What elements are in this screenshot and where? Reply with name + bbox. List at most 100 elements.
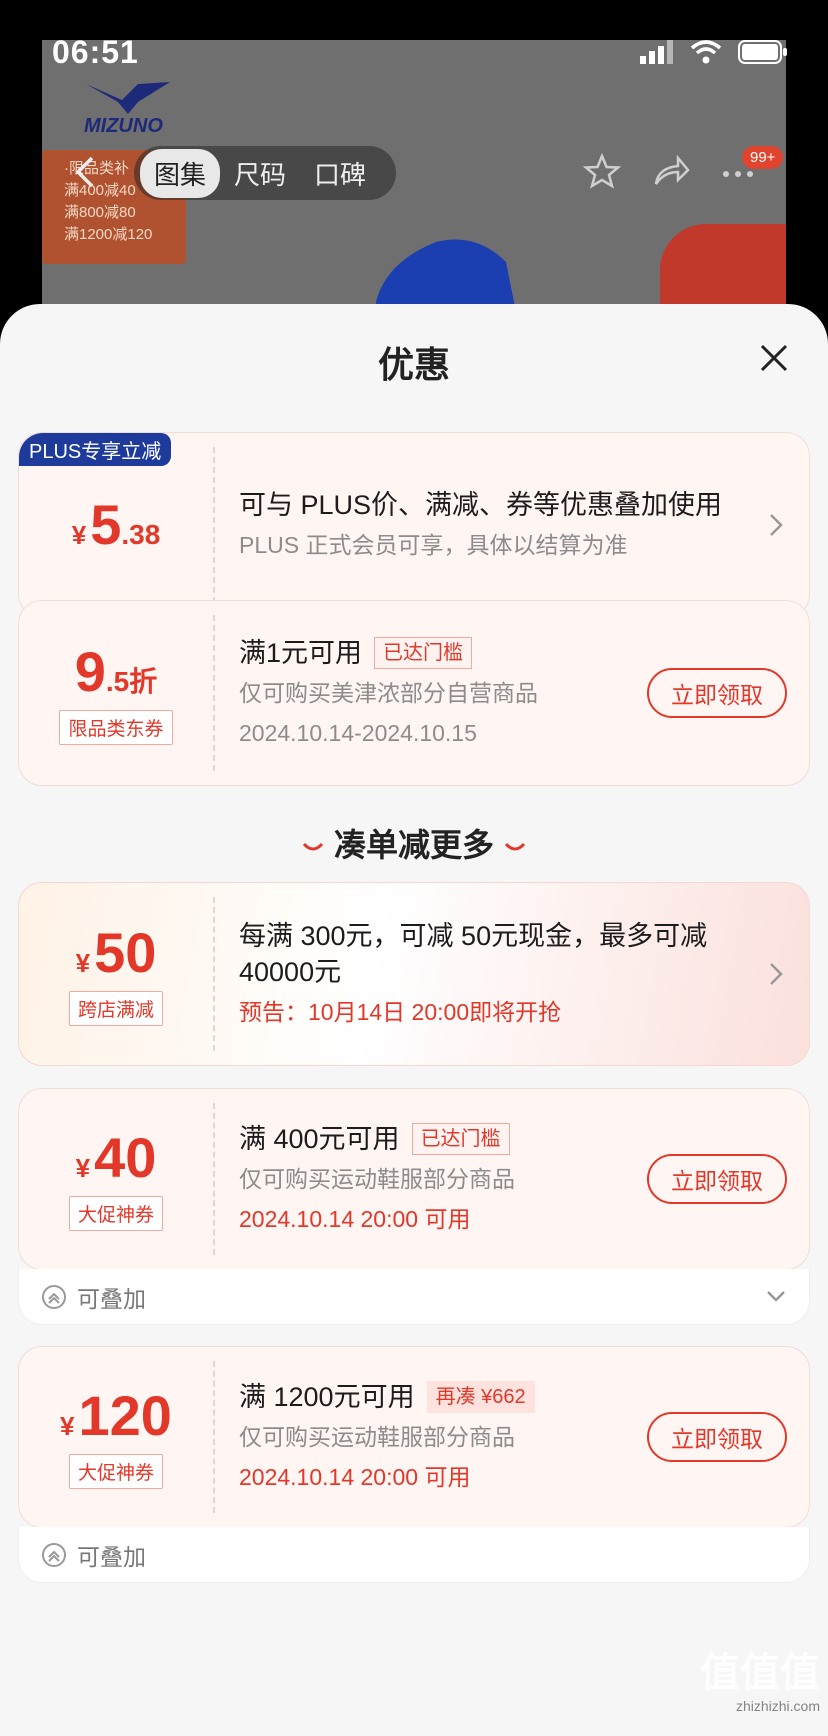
back-arrow-icon[interactable] bbox=[70, 154, 100, 190]
amount-integer: 5 bbox=[90, 493, 122, 556]
claim-button[interactable]: 立即领取 bbox=[647, 1412, 787, 1462]
tab-size[interactable]: 尺码 bbox=[220, 149, 300, 198]
mega-coupon-card: ¥ 40 大促神券 满 400元可用 已达门槛 仅可购买运动鞋服部分商品 202… bbox=[18, 1088, 810, 1270]
currency-symbol: ¥ bbox=[75, 1152, 91, 1183]
offer-date: 2024.10.14 20:00 可用 bbox=[239, 1206, 471, 1232]
shoe-image bbox=[376, 239, 516, 312]
tab-gallery[interactable]: 图集 bbox=[140, 148, 221, 198]
offer-amount-block: 9 .5折 限品类东券 bbox=[19, 601, 213, 785]
coupon-type-tag: 跨店满减 bbox=[68, 990, 163, 1026]
watermark: 值值值 zhizhizhi.com bbox=[668, 1640, 828, 1736]
stackable-label: 可叠加 bbox=[77, 1543, 146, 1570]
offer-date: 2024.10.14 20:00 可用 bbox=[239, 1464, 471, 1490]
promo-line: 满1200减120 bbox=[64, 226, 153, 243]
section-header-text: 凑单减更多 bbox=[333, 827, 494, 863]
offer-subtitle: 仅可购买运动鞋服部分商品 bbox=[239, 1424, 515, 1450]
offer-title: 满 400元可用 已达门槛 bbox=[239, 1121, 689, 1157]
offer-title: 每满 300元，可减 50元现金，最多可减 40000元 bbox=[239, 921, 708, 987]
svg-text:MIZUNO: MIZUNO bbox=[84, 115, 163, 136]
star-icon[interactable] bbox=[580, 150, 624, 194]
amount-integer: 50 bbox=[94, 920, 157, 984]
claim-button[interactable]: 立即领取 bbox=[647, 668, 787, 718]
watermark-url: zhizhizhi.com bbox=[735, 1698, 820, 1714]
offer-amount: ¥ 5 .38 bbox=[72, 495, 161, 555]
amount-integer: 9 bbox=[74, 639, 106, 703]
sheet-title: 优惠 bbox=[377, 344, 450, 385]
card-divider bbox=[213, 897, 215, 1051]
status-chip: 已达门槛 bbox=[374, 637, 473, 669]
claim-button[interactable]: 立即领取 bbox=[647, 1154, 787, 1204]
offer-details: 可与 PLUS价、满减、券等优惠叠加使用 PLUS 正式会员可享，具体以结算为准 bbox=[239, 433, 749, 617]
gallery-tabs: 图集 尺码 口碑 bbox=[134, 146, 396, 200]
offer-note: 预告：10月14日 20:00即将开抢 bbox=[239, 999, 562, 1025]
offer-amount-block: ¥ 5 .38 bbox=[19, 433, 213, 617]
offer-amount-block: ¥ 50 跨店满减 bbox=[19, 883, 213, 1065]
smile-icon bbox=[302, 842, 324, 851]
offer-date: 2024.10.14-2024.10.15 bbox=[239, 720, 477, 746]
chevron-down-icon[interactable] bbox=[765, 1287, 787, 1305]
offer-title: 满 1200元可用 再凑 ¥662 bbox=[239, 1379, 689, 1415]
amount-decimal: .5折 bbox=[105, 665, 158, 697]
offer-title: 满1元可用 已达门槛 bbox=[239, 635, 689, 671]
share-icon[interactable] bbox=[648, 150, 692, 194]
offers-sheet: 优惠 PLUS专享立减 ¥ 5 .38 可与 PLUS价、满减、券等优惠叠加使用… bbox=[0, 304, 828, 1736]
offer-subtitle: PLUS 正式会员可享，具体以结算为准 bbox=[239, 532, 628, 558]
offer-title-text: 满 400元可用 bbox=[239, 1124, 400, 1154]
status-time: 06:51 bbox=[52, 34, 139, 70]
mega-coupon-card: ¥ 120 大促神券 满 1200元可用 再凑 ¥662 仅可购买运动鞋服部分商… bbox=[18, 1346, 810, 1528]
promo-line: 满800减80 bbox=[64, 204, 136, 221]
currency-symbol: ¥ bbox=[60, 1410, 75, 1441]
offer-amount: ¥ 40 bbox=[75, 1125, 157, 1189]
promo-corner-badge bbox=[660, 224, 786, 314]
offer-subtitle: 仅可购买运动鞋服部分商品 bbox=[239, 1166, 515, 1192]
message-badge: 99+ bbox=[742, 146, 784, 169]
offer-amount: 9 .5折 bbox=[74, 639, 158, 703]
offer-details: 满1元可用 已达门槛 仅可购买美津浓部分自营商品 2024.10.14-2024… bbox=[239, 601, 689, 785]
battery-icon bbox=[738, 40, 787, 64]
offer-amount: ¥ 50 bbox=[75, 920, 157, 984]
cross-store-offer-card[interactable]: ¥ 50 跨店满减 每满 300元，可减 50元现金，最多可减 40000元 预… bbox=[18, 882, 810, 1066]
stack-icon bbox=[42, 1542, 66, 1567]
coupon-type-tag: 大促神券 bbox=[68, 1195, 163, 1231]
coupon-type-tag: 限品类东券 bbox=[59, 709, 173, 745]
wifi-icon bbox=[690, 40, 722, 64]
amount-integer: 120 bbox=[78, 1383, 172, 1447]
offer-details: 满 1200元可用 再凑 ¥662 仅可购买运动鞋服部分商品 2024.10.1… bbox=[239, 1347, 689, 1527]
offer-subtitle: 仅可购买美津浓部分自营商品 bbox=[239, 680, 538, 706]
card-divider bbox=[213, 615, 215, 771]
smile-icon bbox=[504, 842, 526, 851]
status-icons bbox=[640, 40, 788, 64]
chevron-right-icon[interactable] bbox=[767, 960, 785, 988]
card-divider bbox=[213, 447, 215, 603]
coupon-type-tag: 大促神券 bbox=[68, 1453, 163, 1489]
discount-coupon-card: 9 .5折 限品类东券 满1元可用 已达门槛 仅可购买美津浓部分自营商品 202… bbox=[18, 600, 810, 786]
offer-amount-block: ¥ 120 大促神券 bbox=[19, 1347, 213, 1527]
card-divider bbox=[213, 1361, 215, 1513]
offer-amount-block: ¥ 40 大促神券 bbox=[19, 1089, 213, 1269]
currency-symbol: ¥ bbox=[71, 520, 87, 550]
close-icon[interactable] bbox=[752, 336, 796, 380]
offer-amount: ¥ 120 bbox=[60, 1383, 172, 1447]
stackable-label: 可叠加 bbox=[77, 1285, 146, 1312]
offer-title: 可与 PLUS价、满减、券等优惠叠加使用 bbox=[239, 490, 723, 520]
mizuno-logo: MIZUNO bbox=[84, 82, 170, 136]
section-header: 凑单减更多 bbox=[0, 820, 828, 866]
offer-details: 每满 300元，可减 50元现金，最多可减 40000元 预告：10月14日 2… bbox=[239, 883, 749, 1065]
chevron-right-icon[interactable] bbox=[767, 511, 785, 539]
stack-icon bbox=[42, 1284, 66, 1309]
watermark-main: 值值值 bbox=[700, 1651, 820, 1695]
amount-decimal: .38 bbox=[121, 519, 161, 550]
plus-offer-card[interactable]: PLUS专享立减 ¥ 5 .38 可与 PLUS价、满减、券等优惠叠加使用 PL… bbox=[18, 432, 810, 618]
stackable-row[interactable]: 可叠加 bbox=[18, 1269, 810, 1325]
signal-icon bbox=[640, 40, 673, 64]
status-chip: 已达门槛 bbox=[411, 1123, 510, 1155]
offer-title-text: 满1元可用 bbox=[239, 638, 363, 668]
offer-title-text: 满 1200元可用 bbox=[239, 1382, 415, 1412]
offer-details: 满 400元可用 已达门槛 仅可购买运动鞋服部分商品 2024.10.14 20… bbox=[239, 1089, 689, 1269]
stackable-row[interactable]: 可叠加 bbox=[18, 1527, 810, 1583]
status-chip: 再凑 ¥662 bbox=[426, 1381, 535, 1413]
amount-integer: 40 bbox=[94, 1125, 157, 1189]
tab-reviews[interactable]: 口碑 bbox=[300, 149, 380, 198]
currency-symbol: ¥ bbox=[75, 947, 91, 978]
card-divider bbox=[213, 1103, 215, 1255]
